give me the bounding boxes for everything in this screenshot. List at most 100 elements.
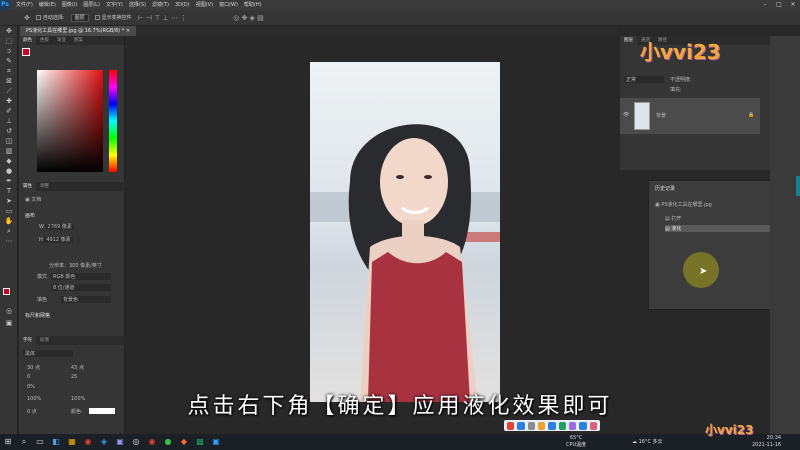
minimize-icon[interactable]: –	[758, 0, 772, 10]
eyedropper-tool-icon[interactable]: ⟋	[0, 86, 18, 96]
rectangle-tool-icon[interactable]: ▭	[0, 206, 18, 216]
app-icon-5[interactable]: ◉	[144, 434, 160, 450]
app-icon-1[interactable]: ◧	[48, 434, 64, 450]
fill-select[interactable]: 背景色	[61, 296, 111, 303]
healing-tool-icon[interactable]: ✚	[0, 96, 18, 106]
lasso-tool-icon[interactable]: ↄ	[0, 46, 18, 56]
toolbar-icon-4[interactable]	[537, 421, 546, 430]
bitdepth-select[interactable]: 8 位/通道	[51, 284, 111, 291]
show-transform-checkbox[interactable]: 显示变换控件	[94, 14, 132, 21]
quick-select-tool-icon[interactable]: ✎	[0, 56, 18, 66]
path-select-tool-icon[interactable]: ➤	[0, 196, 18, 206]
menu-item-type[interactable]: 文字(Y)	[103, 0, 126, 10]
more-tools-icon[interactable]: ⋯	[0, 236, 18, 246]
tab-layers[interactable]: 图层	[620, 36, 637, 45]
align-icons[interactable]: ⊢ ⊣ ⊤ ⊥ ⋯ ⋮	[138, 14, 188, 22]
move-tool-icon[interactable]: ✥	[0, 26, 18, 36]
menu-item-file[interactable]: 文件(F)	[13, 0, 36, 10]
search-icon[interactable]: ⌕	[16, 434, 32, 450]
tab-paragraph[interactable]: 段落	[36, 336, 53, 345]
document-tab[interactable]: PS液化工具在哪里.jpg @ 16.7%(RGB/8) * ✕	[20, 26, 137, 36]
tab-swatches[interactable]: 色板	[36, 36, 53, 45]
photoshop-taskbar-icon[interactable]: ▣	[208, 434, 224, 450]
app-icon-3[interactable]: ◈	[96, 434, 112, 450]
3d-mode-icons[interactable]: ◎ ✥ ◈ ▤	[233, 14, 264, 22]
frame-tool-icon[interactable]: ⊠	[0, 76, 18, 86]
wechat-icon[interactable]: ●	[160, 434, 176, 450]
tracking-input[interactable]: 25	[71, 374, 77, 380]
toolbar-icon-3[interactable]	[527, 421, 535, 430]
panel-collapse-handle[interactable]	[796, 176, 800, 196]
toolbar-icon-2[interactable]	[517, 421, 525, 430]
layer-row-background[interactable]: 👁 背景 🔒	[620, 98, 760, 134]
dodge-tool-icon[interactable]: ●	[0, 166, 18, 176]
app-icon-2[interactable]: ▦	[64, 434, 80, 450]
quick-mask-icon[interactable]: ◎	[0, 306, 18, 316]
pen-tool-icon[interactable]: ✒	[0, 176, 18, 186]
excel-icon[interactable]: ▩	[192, 434, 208, 450]
menu-item-filter[interactable]: 滤镜(T)	[149, 0, 172, 10]
tab-character[interactable]: 字符	[19, 336, 36, 345]
marquee-tool-icon[interactable]: ⬚	[0, 36, 18, 46]
blend-mode-select[interactable]: 正常	[624, 76, 664, 83]
tab-patterns[interactable]: 图案	[70, 36, 87, 45]
height-input[interactable]: 4912 像素	[44, 237, 73, 243]
chrome-icon[interactable]: ◉	[80, 434, 96, 450]
rulers-grid-label[interactable]: 标尺和网格	[25, 312, 50, 319]
history-snapshot[interactable]: ▣ PS液化工具在哪里.jpg	[655, 201, 712, 208]
premiere-icon[interactable]: ▣	[112, 434, 128, 450]
toolbar-icon-9[interactable]	[589, 421, 597, 430]
app-icon-6[interactable]: ◆	[176, 434, 192, 450]
app-icon-4[interactable]: ◎	[128, 434, 144, 450]
close-icon[interactable]: ✕	[786, 0, 800, 10]
zoom-tool-icon[interactable]: ⌕	[0, 226, 18, 236]
color-picker-field[interactable]	[37, 70, 103, 172]
toolbar-icon-5[interactable]	[548, 421, 556, 430]
task-view-icon[interactable]: ▭	[32, 434, 48, 450]
toolbar-icon-1[interactable]	[507, 421, 515, 430]
weather-widget[interactable]: ☁ 16°C 多云	[632, 438, 663, 445]
color-panel-fg-swatch[interactable]	[22, 48, 30, 56]
stamp-tool-icon[interactable]: ⊥	[0, 116, 18, 126]
toolbar-icon-7[interactable]	[568, 421, 577, 430]
crop-tool-icon[interactable]: ⌗	[0, 66, 18, 76]
menu-item-3d[interactable]: 3D(D)	[172, 0, 193, 10]
menu-item-edit[interactable]: 编辑(E)	[36, 0, 59, 10]
brush-tool-icon[interactable]: ✐	[0, 106, 18, 116]
menu-item-help[interactable]: 帮助(H)	[241, 0, 265, 10]
gradient-tool-icon[interactable]: ▥	[0, 146, 18, 156]
history-brush-icon[interactable]: ↺	[0, 126, 18, 136]
visibility-eye-icon[interactable]: 👁	[623, 112, 629, 118]
menu-item-window[interactable]: 窗口(W)	[216, 0, 241, 10]
font-size-input[interactable]: 30 点	[27, 364, 40, 371]
toolbar-icon-8[interactable]	[579, 421, 587, 430]
tab-color[interactable]: 颜色	[19, 36, 36, 45]
leading-input[interactable]: 43 点	[71, 364, 84, 371]
windows-start-icon[interactable]: ⊞	[0, 434, 16, 450]
document-canvas-photo[interactable]	[310, 62, 500, 402]
screen-mode-icon[interactable]: ▣	[0, 318, 18, 328]
eraser-tool-icon[interactable]: ◫	[0, 136, 18, 146]
kerning-input[interactable]: 0	[27, 374, 30, 380]
tab-adjustments[interactable]: 调整	[36, 182, 53, 191]
menu-item-layer[interactable]: 图层(L)	[80, 0, 103, 10]
menu-item-select[interactable]: 选择(S)	[126, 0, 149, 10]
hue-slider[interactable]	[109, 70, 117, 172]
tab-properties[interactable]: 属性	[19, 182, 36, 191]
layer-select-dropdown[interactable]: 图层	[70, 13, 89, 22]
tab-gradients[interactable]: 渐变	[53, 36, 70, 45]
foreground-color-swatch[interactable]	[3, 288, 10, 295]
menu-item-view[interactable]: 视图(V)	[193, 0, 216, 10]
auto-select-checkbox[interactable]: 自动选择:	[35, 14, 65, 21]
type-tool-icon[interactable]: T	[0, 186, 18, 196]
toolbar-icon-6[interactable]	[558, 421, 566, 430]
clock[interactable]: 20:34 2021-11-16	[752, 435, 781, 449]
menu-item-image[interactable]: 图像(I)	[59, 0, 80, 10]
history-step-liquify[interactable]: ▤ 液化	[665, 225, 775, 232]
mode-select[interactable]: RGB 颜色	[51, 273, 111, 280]
blur-tool-icon[interactable]: ◆	[0, 156, 18, 166]
history-step-open[interactable]: ▤ 打开	[665, 215, 775, 222]
maximize-icon[interactable]: □	[772, 0, 786, 10]
width-input[interactable]: 2769 像素	[45, 224, 74, 230]
font-family-select[interactable]: 黑体	[23, 350, 73, 357]
